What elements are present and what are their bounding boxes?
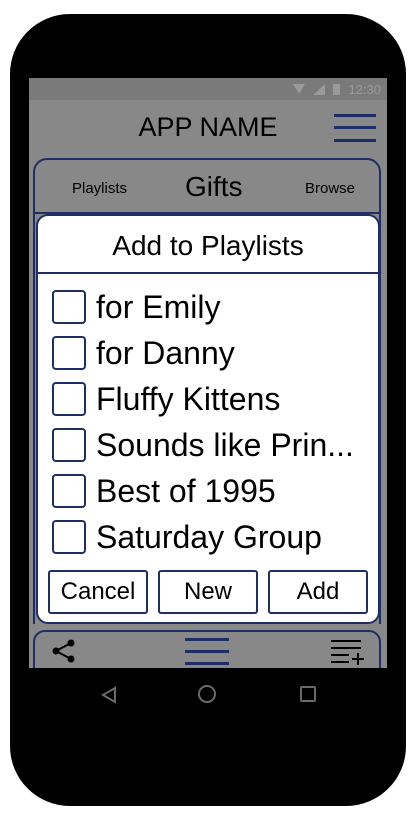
checkbox[interactable]	[52, 474, 86, 508]
cancel-button[interactable]: Cancel	[48, 570, 148, 614]
hamburger-menu-icon[interactable]	[334, 112, 376, 144]
checkbox[interactable]	[52, 428, 86, 462]
wifi-icon	[293, 84, 306, 94]
playlist-label: Saturday Group	[96, 519, 322, 555]
add-button[interactable]: Add	[268, 570, 368, 614]
playlist-label: Best of 1995	[96, 473, 276, 509]
playlist-label: Fluffy Kittens	[96, 381, 281, 417]
dialog-title: Add to Playlists	[112, 230, 304, 261]
app-bar: APP NAME	[29, 100, 387, 156]
tab-bar: Playlists Gifts Browse	[33, 158, 381, 214]
share-icon[interactable]	[51, 639, 77, 663]
bottom-toolbar	[33, 630, 381, 668]
checkbox[interactable]	[52, 336, 86, 370]
menu-icon[interactable]	[185, 636, 229, 666]
tab-playlists[interactable]: Playlists	[72, 180, 127, 197]
playlist-label: Sounds like Prin...	[96, 427, 354, 463]
playlist-option[interactable]: Fluffy Kittens	[52, 380, 372, 420]
divider	[38, 272, 378, 274]
status-time: 12:30	[348, 81, 381, 97]
status-bar: 12:30	[29, 78, 387, 100]
signal-icon	[313, 83, 326, 95]
playlist-label: for Danny	[96, 335, 235, 371]
back-icon[interactable]	[100, 686, 118, 704]
new-button[interactable]: New	[158, 570, 258, 614]
recent-apps-icon[interactable]	[300, 686, 316, 702]
home-icon[interactable]	[198, 685, 216, 703]
add-to-playlist-icon[interactable]	[331, 638, 365, 666]
battery-icon	[333, 83, 341, 95]
checkbox[interactable]	[52, 382, 86, 416]
checkbox[interactable]	[52, 520, 86, 554]
playlist-option[interactable]: Saturday Group	[52, 518, 372, 558]
playlist-option[interactable]: Sounds like Prin...	[52, 426, 372, 466]
add-to-playlists-dialog: Add to Playlists for Emily for Danny Flu…	[36, 214, 380, 624]
playlist-option[interactable]: for Emily	[52, 288, 372, 328]
playlist-option[interactable]: for Danny	[52, 334, 372, 374]
playlist-option[interactable]: Best of 1995	[52, 472, 372, 512]
tab-gifts[interactable]: Gifts	[185, 171, 243, 203]
playlist-label: for Emily	[96, 289, 221, 325]
checkbox[interactable]	[52, 290, 86, 324]
tab-browse[interactable]: Browse	[305, 180, 355, 197]
